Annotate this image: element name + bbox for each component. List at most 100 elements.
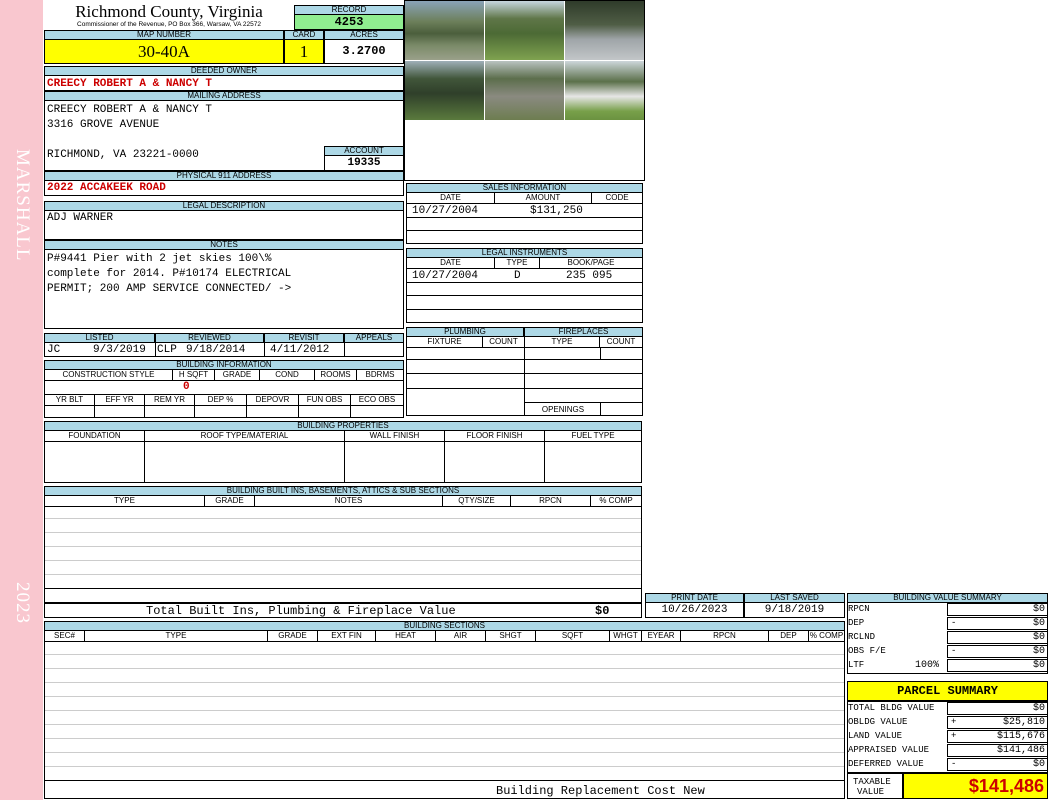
bi-col-notes: NOTES: [255, 496, 443, 506]
parcel-value: $115,676: [996, 731, 1045, 742]
col-hsqft: H SQFT: [173, 370, 215, 380]
sidebar-band: MARSHALL 2023: [0, 0, 43, 800]
bi-col-rpcn: RPCN: [511, 496, 591, 506]
sales-cols: DATE AMOUNT CODE: [407, 193, 642, 204]
shed-photo[interactable]: [485, 61, 564, 120]
sec-col-dep: DEP: [769, 631, 809, 641]
bvs-row-dep: DEP - $0: [847, 617, 1048, 631]
last-saved-value: 9/18/2019: [744, 602, 845, 618]
hsqft-value: 0: [183, 381, 190, 393]
pier-photo[interactable]: [565, 1, 644, 60]
reviewed-date: 9/18/2014: [186, 344, 246, 356]
plumbing-fireplaces-box: FIXTURE COUNT TYPE COUNT OPENINGS: [406, 336, 643, 416]
bvs-row-obs: OBS F/E - $0: [847, 645, 1048, 659]
listed-by: JC: [47, 344, 61, 356]
bvs-key: RCLND: [848, 632, 876, 642]
col-dep-pct: DEP %: [195, 395, 247, 405]
county-title: Richmond County, Virginia: [75, 2, 263, 21]
li-col-book: BOOK/PAGE: [567, 258, 615, 267]
properties-cols: FOUNDATION ROOF TYPE/MATERIAL WALL FINIS…: [45, 431, 641, 442]
builtins-total-label: Total Built Ins, Plumbing & Fireplace Va…: [146, 604, 456, 618]
replacement-cost-label: Building Replacement Cost New: [496, 784, 705, 798]
bvs-row-ltf: LTF 100% $0: [847, 659, 1048, 673]
deeded-owner-value: CREECY ROBERT A & NANCY T: [44, 75, 404, 91]
col-eff-yr: EFF YR: [95, 395, 145, 405]
legal-description-value: ADJ WARNER: [44, 210, 404, 240]
dates-row: JC 9/3/2019 CLP 9/18/2014 4/11/2012: [44, 342, 404, 357]
sec-col-comp: % COMP: [809, 631, 844, 640]
taxable-label-2: VALUE: [857, 787, 885, 797]
taxable-label: TAXABLE VALUE: [847, 773, 903, 799]
col-rem-yr: REM YR: [145, 395, 195, 405]
house-photo[interactable]: [405, 1, 484, 60]
li-date: 10/27/2004: [412, 270, 479, 282]
col-grade: GRADE: [215, 370, 260, 380]
mobile-home-photo[interactable]: [565, 61, 644, 120]
col-construction-style: CONSTRUCTION STYLE: [45, 370, 173, 380]
col-bdrms: BDRMS: [365, 370, 395, 379]
tree-photo[interactable]: [405, 61, 484, 120]
prop-col-roof: ROOF TYPE/MATERIAL: [145, 431, 345, 441]
parcel-row-total-bldg: TOTAL BLDG VALUE $0: [847, 702, 1048, 716]
parcel-row-land: LAND VALUE + $115,676: [847, 730, 1048, 744]
sidebar-district: MARSHALL: [12, 149, 33, 262]
physical-address-value: 2022 ACCAKEEK ROAD: [44, 180, 404, 196]
parcel-value: $141,486: [996, 745, 1045, 756]
notes-line-2: complete for 2014. P#10174 ELECTRICAL: [47, 268, 292, 280]
builtins-cols: TYPE GRADE NOTES QTY/SIZE RPCN % COMP: [45, 496, 641, 507]
sales-date: 10/27/2004: [412, 205, 479, 217]
sec-col-type: TYPE: [85, 631, 268, 641]
builtins-box: TYPE GRADE NOTES QTY/SIZE RPCN % COMP: [44, 495, 642, 603]
li-book: 235 095: [566, 270, 613, 282]
fireplace-col-count: COUNT: [606, 337, 636, 346]
sec-col-sqft: SQFT: [536, 631, 610, 641]
plumbing-col-count: COUNT: [483, 337, 525, 347]
bvs-row-rpcn: RPCN $0: [847, 603, 1048, 617]
sec-col-extfin: EXT FIN: [318, 631, 376, 641]
sections-cols: SEC# TYPE GRADE EXT FIN HEAT AIR SHGT SQ…: [45, 631, 844, 642]
building-info-cols-1: CONSTRUCTION STYLE H SQFT GRADE COND ROO…: [45, 370, 403, 381]
bvs-value: $0: [1032, 646, 1045, 657]
parcel-key: APPRAISED VALUE: [848, 745, 930, 755]
mailing-line-1: CREECY ROBERT A & NANCY T: [47, 104, 213, 116]
col-yr-blt: YR BLT: [45, 395, 95, 405]
taxable-value: $141,486: [903, 773, 1048, 799]
sidebar-year: 2023: [12, 582, 33, 624]
mailing-line-3: RICHMOND, VA 23221-0000: [47, 149, 199, 161]
parcel-key: OBLDG VALUE: [848, 717, 908, 727]
sec-col-air: AIR: [436, 631, 486, 641]
bvs-row-rclnd: RCLND $0: [847, 631, 1048, 645]
col-depovr: DEPOVR: [247, 395, 299, 405]
parcel-key: LAND VALUE: [848, 731, 903, 741]
col-eco-obs: ECO OBS: [358, 395, 396, 404]
acres-value: 3.2700: [324, 39, 404, 64]
listed-date: 9/3/2019: [93, 344, 146, 356]
li-col-date: DATE: [407, 258, 495, 268]
builtins-total-value: $0: [595, 604, 610, 618]
bvs-value: $0: [1032, 618, 1045, 629]
bi-col-qty: QTY/SIZE: [443, 496, 511, 506]
fireplace-col-type: TYPE: [525, 337, 600, 347]
building-info-box: CONSTRUCTION STYLE H SQFT GRADE COND ROO…: [44, 369, 404, 418]
parcel-row-obldg: OBLDG VALUE + $25,810: [847, 716, 1048, 730]
bvs-key: RPCN: [848, 604, 870, 614]
notes-line-1: P#9441 Pier with 2 jet skies 100\%: [47, 253, 272, 265]
parcel-value: $0: [1032, 759, 1045, 770]
yard-photo[interactable]: [485, 1, 564, 60]
openings-label: OPENINGS: [541, 405, 585, 414]
building-sections-box: SEC# TYPE GRADE EXT FIN HEAT AIR SHGT SQ…: [44, 630, 845, 799]
legal-instruments-box: DATE TYPE BOOK/PAGE 10/27/2004 D 235 095: [406, 257, 643, 323]
prop-col-floor: FLOOR FINISH: [445, 431, 545, 441]
bvs-sign: -: [951, 646, 957, 656]
bvs-value: $0: [1032, 660, 1045, 671]
bvs-sign: -: [951, 618, 957, 628]
bvs-key: LTF: [848, 660, 865, 670]
sales-col-amount: AMOUNT: [495, 193, 592, 203]
commissioner-address: Commissioner of the Revenue, PO Box 366,…: [77, 21, 261, 28]
taxable-label-1: TAXABLE: [853, 777, 891, 787]
parcel-summary-header: PARCEL SUMMARY: [847, 681, 1048, 701]
prop-col-wall: WALL FINISH: [345, 431, 445, 441]
record-value: 4253: [294, 14, 404, 30]
sec-col-eyear: EYEAR: [642, 631, 681, 641]
parcel-sign: -: [951, 759, 957, 769]
